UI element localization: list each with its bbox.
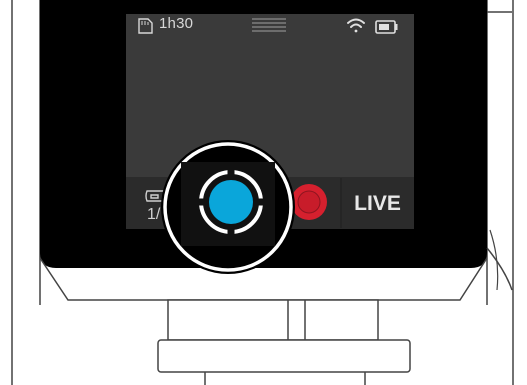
camera-illustration: 1h30 1/ LIVE — [0, 0, 527, 385]
mount-upper — [167, 299, 379, 341]
shutter-button[interactable] — [199, 170, 263, 234]
live-button[interactable]: LIVE — [342, 182, 413, 226]
storage-count: 1/ — [147, 206, 161, 223]
record-button[interactable] — [291, 184, 327, 220]
menu-button[interactable] — [248, 15, 290, 35]
time-remaining: 1h30 — [159, 15, 194, 32]
camera-body-drawing — [0, 0, 527, 385]
mount-base — [157, 339, 411, 373]
